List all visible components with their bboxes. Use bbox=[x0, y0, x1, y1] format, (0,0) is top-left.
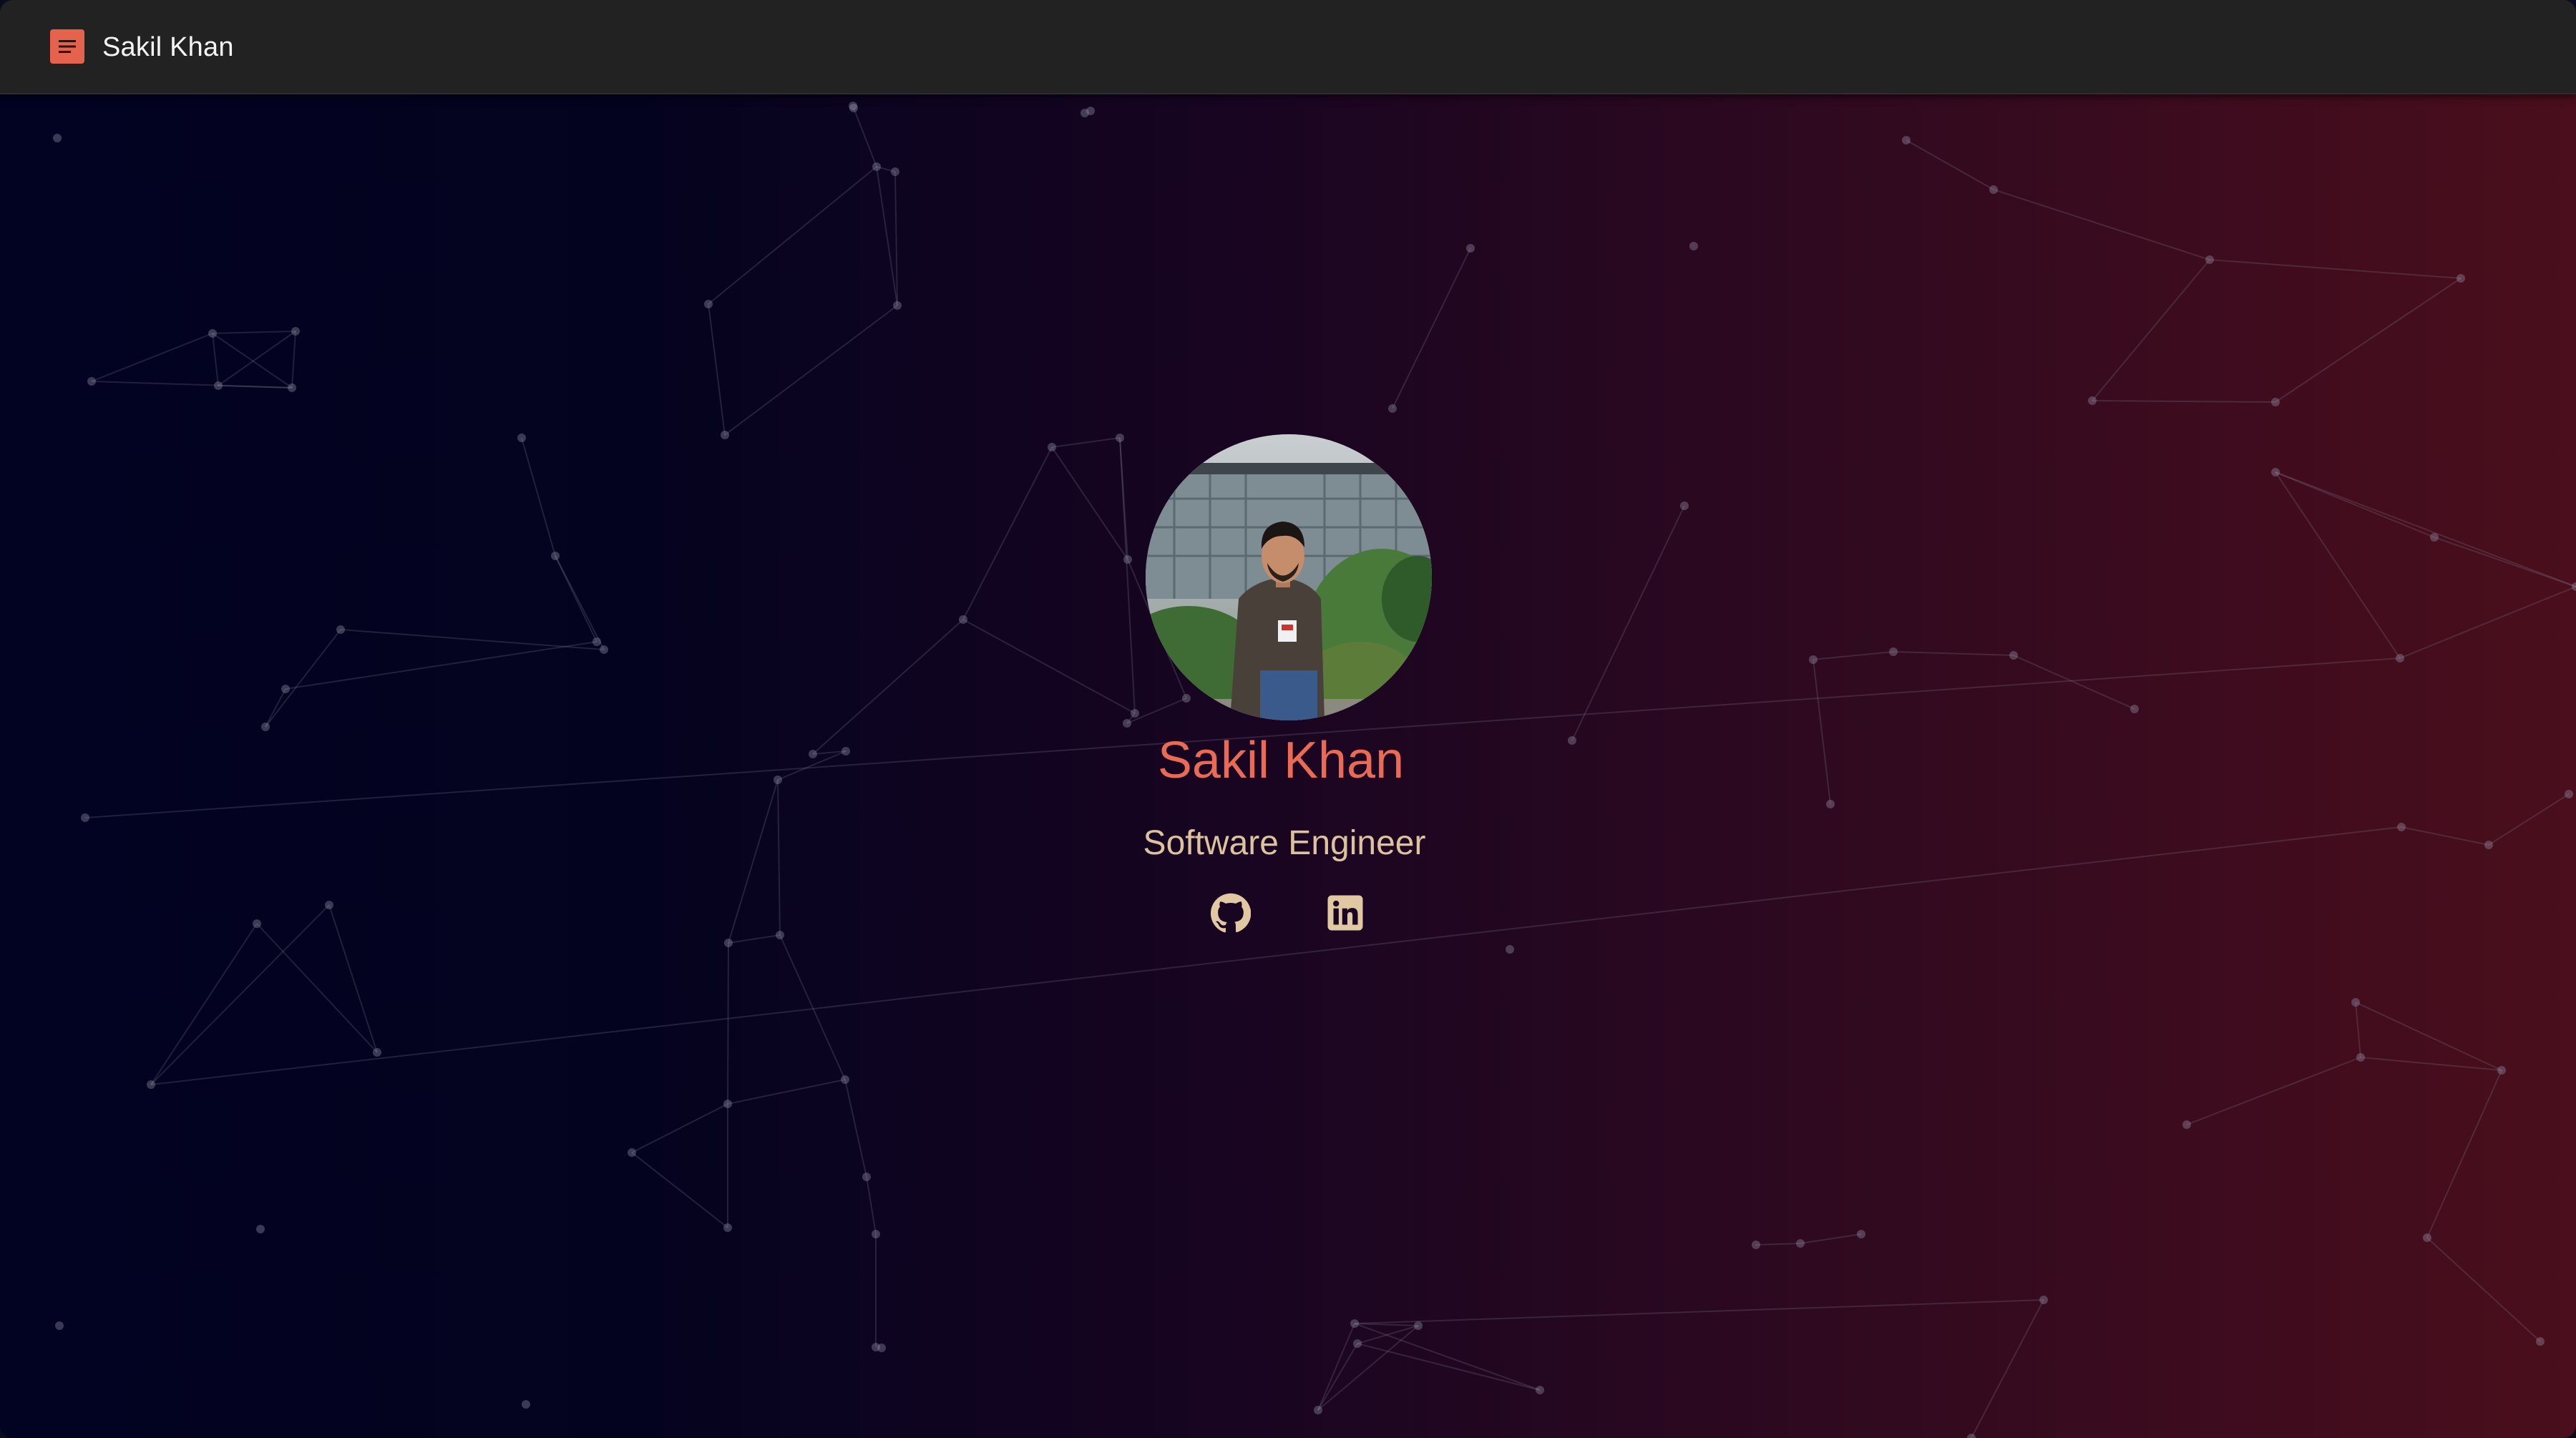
menu-icon bbox=[59, 40, 76, 53]
hero-section: Sakil Khan Software Engineer bbox=[0, 0, 2576, 1438]
profile-name: Sakil Khan bbox=[1157, 732, 1405, 789]
github-icon bbox=[1211, 893, 1252, 933]
linkedin-link[interactable] bbox=[1325, 893, 1365, 933]
menu-button[interactable] bbox=[50, 29, 84, 64]
site-title[interactable]: Sakil Khan bbox=[102, 30, 234, 64]
github-link[interactable] bbox=[1211, 893, 1252, 933]
page-frame: Sakil Khan Sakil Khan Software Engineer bbox=[0, 0, 2576, 1438]
profile-title: Software Engineer bbox=[1143, 824, 1426, 862]
top-app-bar: Sakil Khan bbox=[0, 0, 2576, 94]
profile-avatar bbox=[1146, 434, 1432, 720]
linkedin-icon bbox=[1327, 895, 1363, 931]
